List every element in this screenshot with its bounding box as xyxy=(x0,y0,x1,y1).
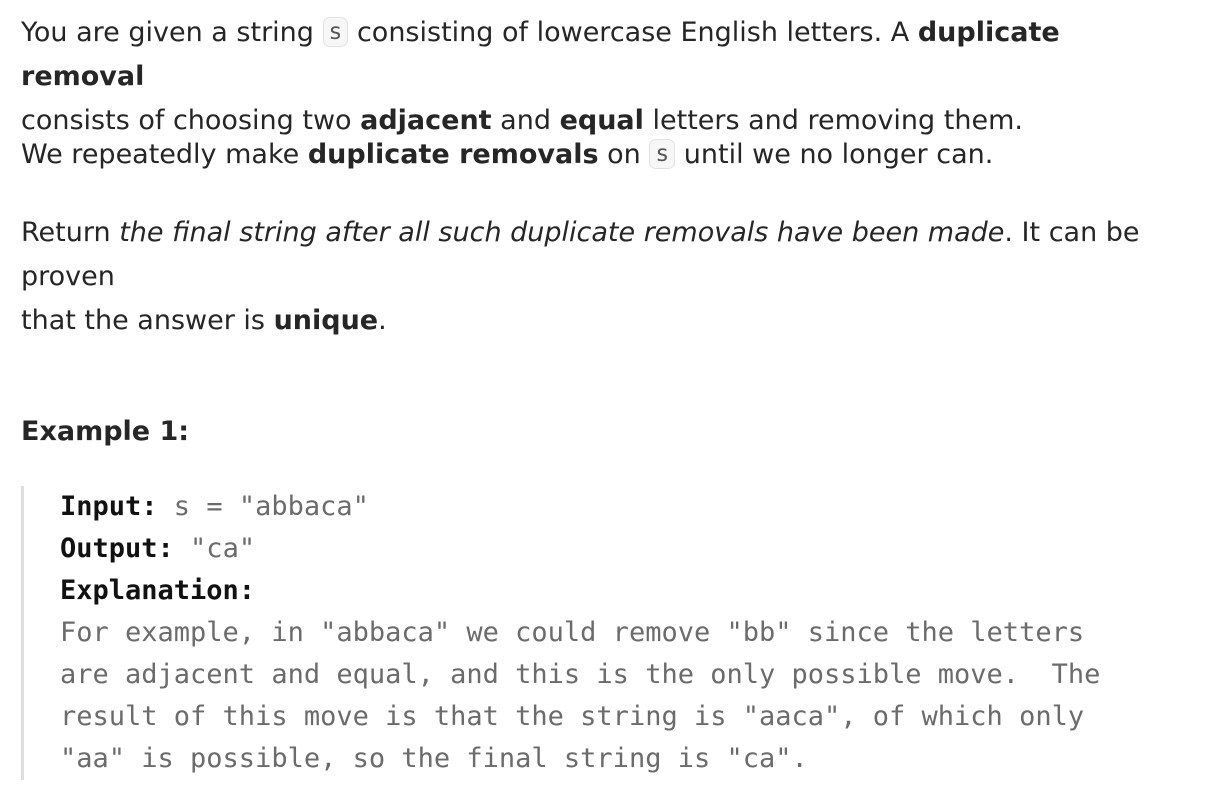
intro-text-1: You are given a string xyxy=(21,17,323,48)
intro-paragraph: You are given a string s consisting of l… xyxy=(21,11,1171,143)
explanation-line: are adjacent and equal, and this is the … xyxy=(60,659,1101,690)
explanation-label: Explanation: xyxy=(60,575,256,606)
example-input-line: Input: s = "abbaca" xyxy=(60,486,369,528)
output-label: Output: xyxy=(60,533,174,564)
explanation-line: result of this move is that the string i… xyxy=(60,701,1085,732)
input-value: s = "abbaca" xyxy=(157,491,369,522)
return-text-1: Return xyxy=(21,217,120,248)
repeat-text-3: until we no longer can. xyxy=(675,139,994,170)
term-adjacent: adjacent xyxy=(360,105,492,136)
problem-description: You are given a string s consisting of l… xyxy=(0,0,1205,793)
example-explanation-label-line: Explanation: xyxy=(60,570,255,612)
term-equal: equal xyxy=(559,105,644,136)
example-block: Input: s = "abbaca" Output: "ca" Explana… xyxy=(21,486,1201,780)
term-duplicate-removals: duplicate removals xyxy=(307,139,599,170)
input-label: Input: xyxy=(60,491,158,522)
term-unique: unique xyxy=(273,305,379,336)
repeat-paragraph: We repeatedly make duplicate removals on… xyxy=(21,133,1171,177)
explanation-line: For example, in "abbaca" we could remove… xyxy=(60,617,1085,648)
example-heading: Example 1: xyxy=(21,416,190,447)
inline-code-s: s xyxy=(322,17,349,47)
intro-text-3: consists of choosing two xyxy=(21,105,361,136)
intro-text-5: letters and removing them. xyxy=(643,105,1023,136)
inline-code-s: s xyxy=(649,139,676,169)
explanation-line: "aa" is possible, so the final string is… xyxy=(60,743,808,774)
return-emphasis: the final string after all such duplicat… xyxy=(119,217,1005,248)
repeat-text-1: We repeatedly make xyxy=(21,139,308,170)
example-output-line: Output: "ca" xyxy=(60,528,255,570)
repeat-text-2: on xyxy=(598,139,650,170)
return-text-4: . xyxy=(378,305,387,336)
return-text-3: that the answer is xyxy=(21,305,274,336)
output-value: "ca" xyxy=(173,533,256,564)
intro-text-4: and xyxy=(491,105,560,136)
intro-text-2: consisting of lowercase English letters.… xyxy=(348,17,918,48)
return-paragraph: Return the final string after all such d… xyxy=(21,211,1171,343)
